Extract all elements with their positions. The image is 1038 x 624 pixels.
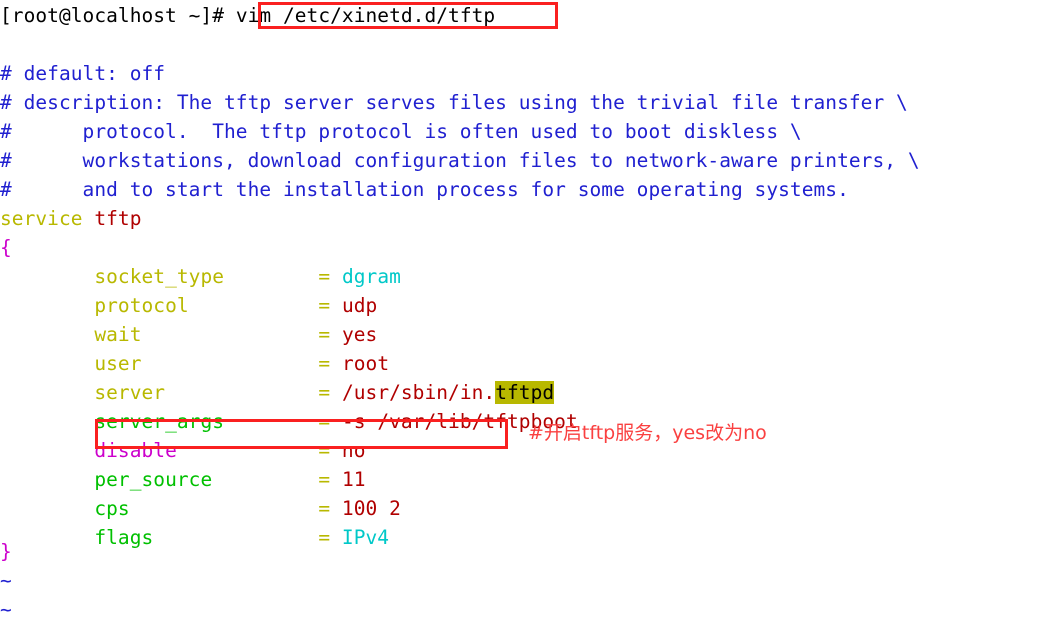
config-key-disable: disable [94,439,177,462]
column-spacer [142,323,319,346]
config-entry-flags[interactable]: flags = IPv4 [0,523,389,552]
equals-sign: = [318,323,331,346]
annotation-disable-note: #开启tftp服务，yes改为no [528,422,767,444]
equals-sign: = [318,294,331,317]
config-value-protocol: udp [330,294,378,317]
column-spacer [130,497,319,520]
comment-line-1: # default: off [0,62,166,85]
equals-sign: = [318,439,331,462]
equals-sign: = [318,265,331,288]
config-entry-user[interactable]: user = root [0,349,389,378]
column-spacer [189,294,319,317]
config-value-flags: IPv4 [330,526,390,549]
config-key-wait: wait [94,323,142,346]
vim-tilde-1: ~ [0,569,12,592]
column-spacer [224,265,318,288]
config-key-protocol: protocol [94,294,189,317]
equals-sign: = [318,381,331,404]
config-key-per_source: per_source [94,468,213,491]
comment-line-4: # workstations, download configuration f… [0,149,920,172]
comment-line-5: # and to start the installation process … [0,178,849,201]
config-entry-disable[interactable]: disable = no [0,436,366,465]
service-name: tftp [82,207,142,230]
equals-sign: = [318,352,331,375]
config-value-user: root [330,352,390,375]
config-key-server: server [94,381,166,404]
column-spacer [224,410,318,433]
config-entry-server[interactable]: server = /usr/sbin/in.tftpd [0,378,555,407]
vim-tilde-2: ~ [0,598,12,621]
config-entry-socket_type[interactable]: socket_type = dgram [0,262,401,291]
comment-line-3: # protocol. The tftp protocol is often u… [0,120,802,143]
config-entry-cps[interactable]: cps = 100 2 [0,494,401,523]
shell-command[interactable]: vim /etc/xinetd.d/tftp [236,4,495,27]
config-entry-per_source[interactable]: per_source = 11 [0,465,366,494]
comment-line-2: # description: The tftp server serves fi… [0,91,908,114]
config-value-server: /usr/sbin/in. [330,381,496,404]
column-spacer [212,468,318,491]
equals-sign: = [318,468,331,491]
equals-sign: = [318,497,331,520]
column-spacer [177,439,318,462]
brace-open: { [0,236,12,259]
config-entry-wait[interactable]: wait = yes [0,320,377,349]
shell-prompt: [root@localhost ~]# [0,4,236,27]
equals-sign: = [318,526,331,549]
config-key-socket_type: socket_type [94,265,225,288]
config-key-flags: flags [94,526,154,549]
config-key-cps: cps [94,497,130,520]
config-value-wait: yes [330,323,378,346]
config-value-per_source: 11 [330,468,366,491]
brace-close: } [0,540,12,563]
config-value-disable: no [330,439,366,462]
config-key-user: user [94,352,142,375]
service-keyword: service [0,207,83,230]
config-value-socket_type: dgram [330,265,401,288]
config-key-server_args: server_args [94,410,225,433]
equals-sign: = [318,410,331,433]
terminal-window: [root@localhost ~]# vim /etc/xinetd.d/tf… [0,0,1038,621]
shell-prompt-line: [root@localhost ~]# vim /etc/xinetd.d/tf… [0,1,495,30]
search-highlight-tftpd: tftpd [495,381,555,404]
column-spacer [142,352,319,375]
config-value-cps: 100 2 [330,497,401,520]
config-entry-protocol[interactable]: protocol = udp [0,291,377,320]
column-spacer [165,381,318,404]
column-spacer [153,526,318,549]
config-entry-server_args[interactable]: server_args = -s /var/lib/tftpboot [0,407,578,436]
service-declaration-line: service tftp [0,204,141,233]
